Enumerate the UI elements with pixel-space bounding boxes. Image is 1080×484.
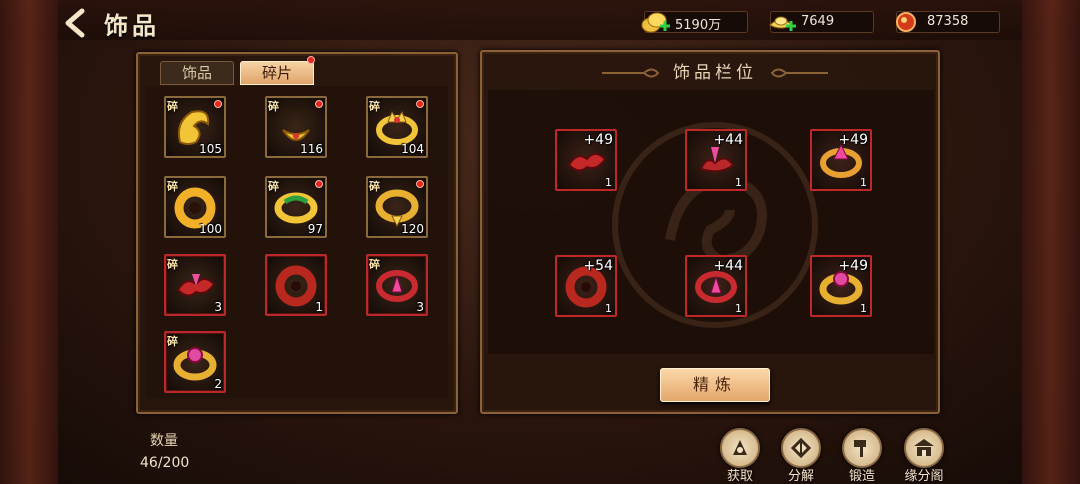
acquire-button[interactable]	[720, 428, 760, 468]
notification-dot	[416, 180, 424, 188]
item-count: 104	[401, 142, 424, 156]
inventory-item[interactable]: 碎 120	[366, 176, 428, 238]
equipment-slot[interactable]: +49 1	[555, 129, 617, 191]
resource-gems[interactable]: 87358	[896, 11, 1000, 33]
slot-count: 1	[605, 302, 612, 315]
pavilion-label: 缘分阁	[904, 469, 944, 484]
notification-dot	[416, 100, 424, 108]
slot-count: 1	[605, 176, 612, 189]
gem-orb-icon	[896, 12, 916, 32]
fragment-tag: 碎	[268, 100, 279, 113]
item-count: 120	[401, 222, 424, 236]
notification-dot	[214, 100, 222, 108]
quantity-value: 46/200	[140, 455, 190, 471]
equipment-slot[interactable]: +44 1	[685, 129, 747, 191]
item-count: 3	[416, 300, 424, 314]
item-count: 3	[214, 300, 222, 314]
refine-button[interactable]: 精炼	[660, 368, 770, 402]
slot-level: +49	[838, 258, 868, 274]
plus-icon	[786, 21, 796, 31]
tab-fragments[interactable]: 碎片	[240, 61, 314, 85]
silver-value: 7649	[801, 14, 835, 29]
slot-count: 1	[735, 302, 742, 315]
tab-fragments-notification-dot	[307, 56, 315, 64]
slot-level: +44	[713, 258, 743, 274]
fragment-tag: 碎	[268, 180, 279, 193]
inventory-item[interactable]: 碎 105	[164, 96, 226, 158]
slot-level: +49	[583, 132, 613, 148]
title-ornament-right-icon	[770, 68, 828, 78]
item-count: 2	[214, 377, 222, 391]
slot-level: +44	[713, 132, 743, 148]
background-pillar-right	[1022, 0, 1080, 484]
item-count: 116	[300, 142, 323, 156]
equipment-slot[interactable]: +49 1	[810, 129, 872, 191]
inventory-item[interactable]: 碎 97	[265, 176, 327, 238]
slot-level: +54	[583, 258, 613, 274]
item-count: 1	[315, 300, 323, 314]
fragment-tag: 碎	[167, 180, 178, 193]
plus-icon	[660, 21, 670, 31]
quantity-label: 数量	[150, 433, 178, 449]
item-count: 97	[307, 222, 323, 236]
background-pillar-left	[0, 0, 58, 484]
tab-accessories[interactable]: 饰品	[160, 61, 234, 85]
inventory-item[interactable]: 碎 116	[265, 96, 327, 158]
inventory-item[interactable]: 碎 2	[164, 331, 226, 393]
fragment-tag: 碎	[369, 180, 380, 193]
inventory-item[interactable]: 碎 3	[366, 254, 428, 316]
inventory-item[interactable]: 1	[265, 254, 327, 316]
fragment-tag: 碎	[167, 258, 178, 271]
equipment-slot[interactable]: +54 1	[555, 255, 617, 317]
slot-count: 1	[860, 176, 867, 189]
back-arrow-icon	[65, 8, 85, 38]
forge-label: 锻造	[848, 469, 875, 484]
item-count: 100	[199, 222, 222, 236]
notification-dot	[315, 180, 323, 188]
fragment-tag: 碎	[369, 100, 380, 113]
acquire-label: 获取	[726, 469, 753, 484]
resource-silver[interactable]: 7649	[769, 11, 874, 33]
red-coiled-pendant-icon	[275, 265, 317, 307]
inventory-item[interactable]: 碎 100	[164, 176, 226, 238]
page-title: 饰品	[104, 12, 160, 40]
forge-hammer-icon	[854, 440, 866, 457]
slot-level: +49	[838, 132, 868, 148]
inventory-item[interactable]: 碎 104	[366, 96, 428, 158]
decompose-label: 分解	[787, 469, 814, 484]
equipment-slot[interactable]: +44 1	[685, 255, 747, 317]
forge-button[interactable]	[842, 428, 882, 468]
fragment-tag: 碎	[167, 335, 178, 348]
acquire-icon	[733, 440, 747, 455]
slot-count: 1	[735, 176, 742, 189]
equipment-slot[interactable]: +49 1	[810, 255, 872, 317]
pavilion-icon	[914, 439, 934, 456]
title-ornament-left-icon	[602, 68, 660, 78]
fragment-tag: 碎	[369, 258, 380, 271]
pavilion-button[interactable]	[904, 428, 944, 468]
notification-dot	[315, 100, 323, 108]
slot-count: 1	[860, 302, 867, 315]
back-button[interactable]	[62, 8, 88, 38]
gold-value: 5190万	[675, 18, 722, 33]
item-count: 105	[199, 142, 222, 156]
fragment-tag: 碎	[167, 100, 178, 113]
inventory-item[interactable]: 碎 3	[164, 254, 226, 316]
gems-value: 87358	[927, 14, 969, 29]
decompose-button[interactable]	[781, 428, 821, 468]
decompose-icon	[790, 437, 812, 459]
resource-gold[interactable]: 5190万	[641, 11, 748, 33]
